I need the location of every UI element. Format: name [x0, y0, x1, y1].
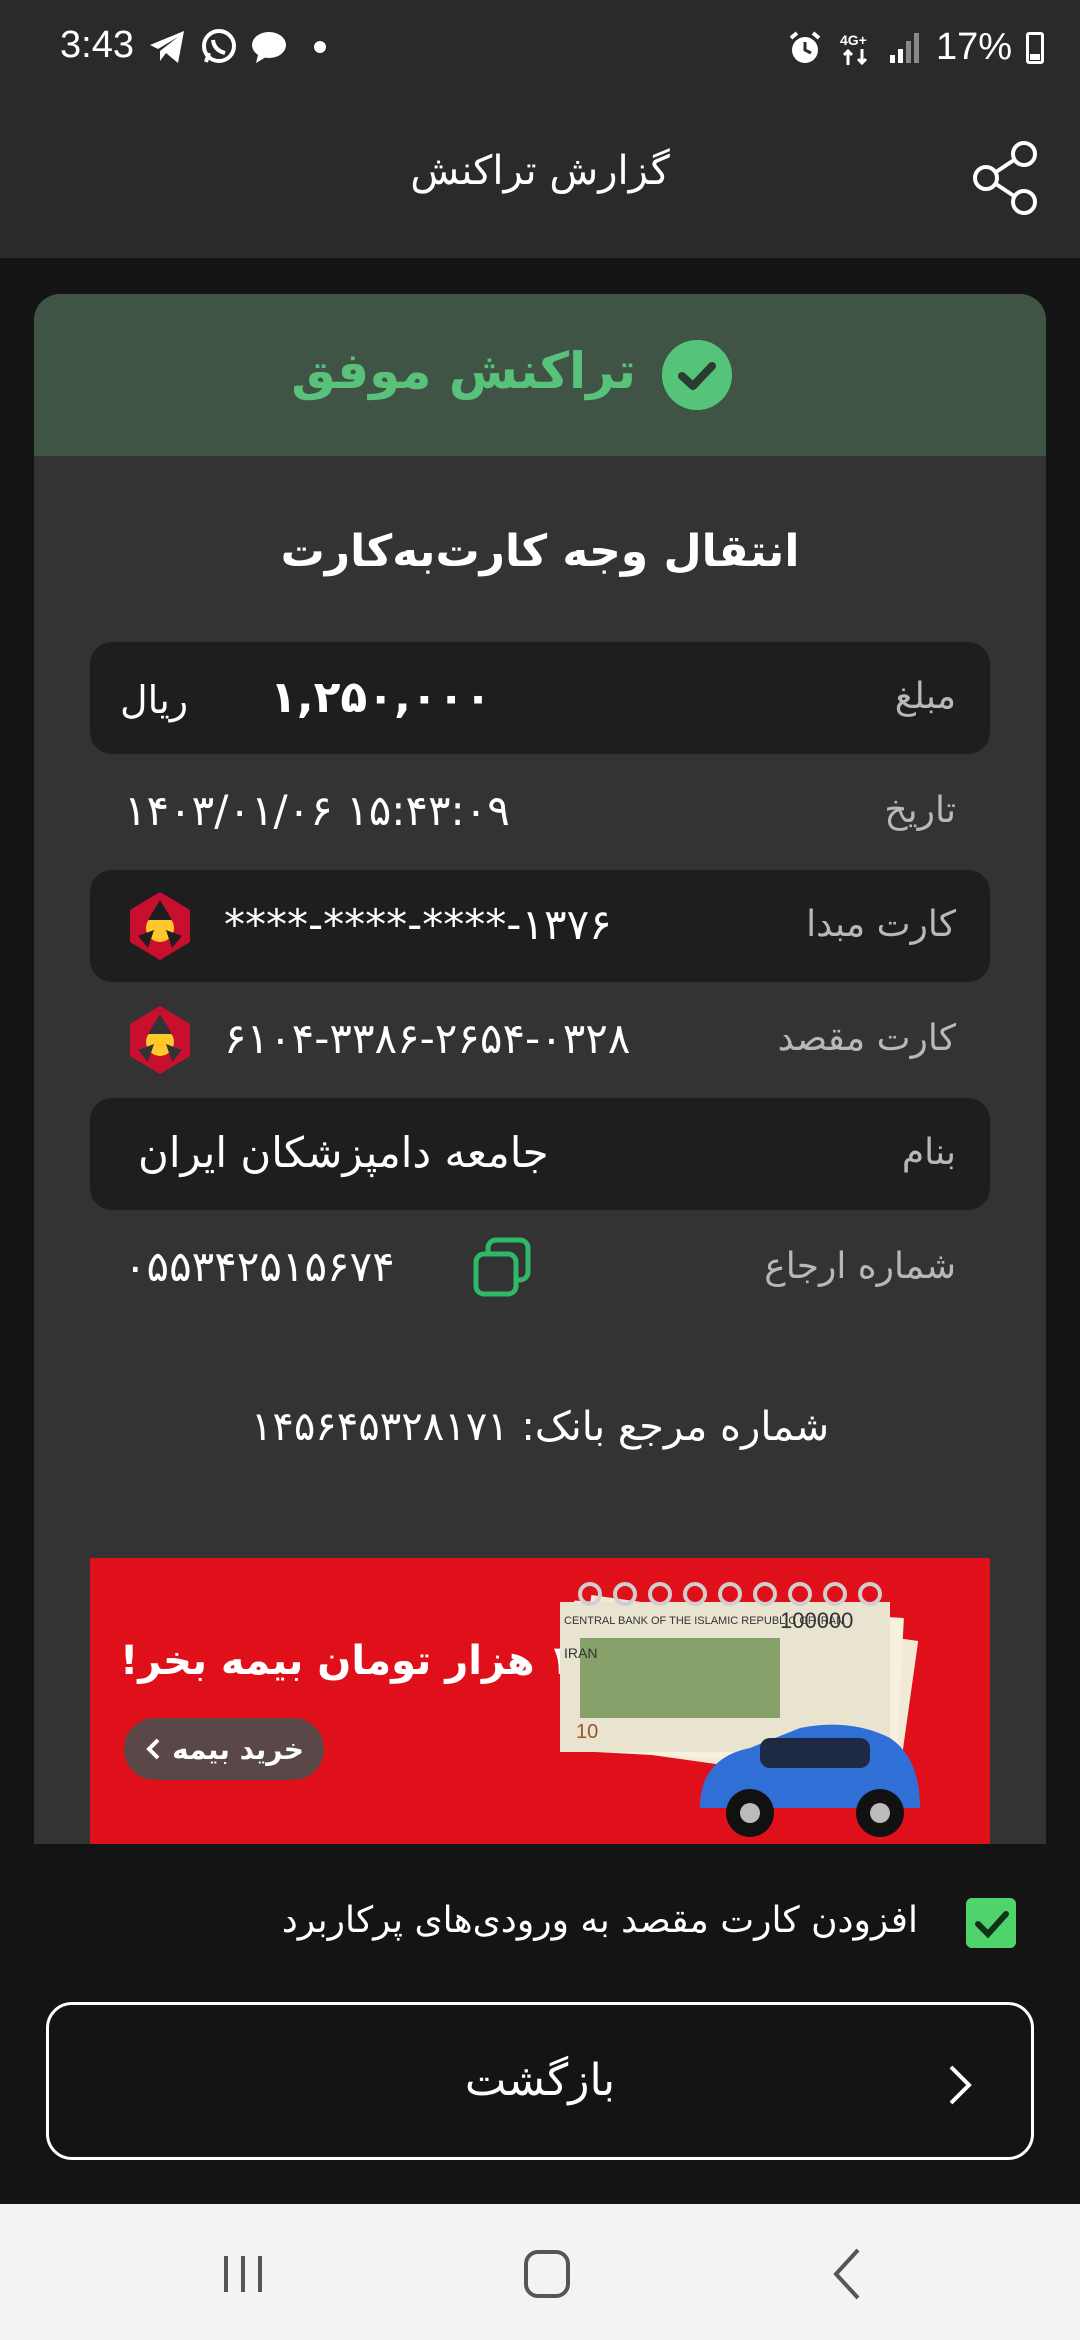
svg-text:IRAN: IRAN: [564, 1645, 597, 1661]
transaction-type: انتقال وجه کارت‌به‌کارت: [280, 526, 800, 577]
bottom-actions: افزودن کارت مقصد به ورودی‌های پرکاربرد ب…: [0, 1844, 1080, 2204]
ad-button-label: خرید بیمه: [172, 1732, 304, 1766]
amount-label: مبلغ: [894, 676, 956, 717]
reference-row: شماره ارجاع ۰۵۵۳۴۲۵۱۵۶۷۴: [90, 1212, 990, 1324]
success-banner: تراکنش موفق: [34, 294, 1046, 456]
status-time: 3:43: [60, 24, 134, 66]
status-text: تراکنش موفق: [291, 342, 636, 400]
receipt-card: تراکنش موفق انتقال وجه کارت‌به‌کارت مبلغ…: [34, 294, 1046, 1844]
home-icon[interactable]: [512, 2244, 582, 2304]
bank-logo-icon: [130, 1006, 190, 1074]
insurance-ad-banner[interactable]: با روزی ۱۰ هزار تومان بیمه بخر! خرید بیم…: [90, 1558, 990, 1844]
chat-bubble-icon: [252, 32, 286, 63]
recipient-name: جامعه دامپزشکان ایران: [138, 1128, 549, 1177]
source-card-label: کارت مبدا: [806, 904, 956, 945]
back-nav-icon[interactable]: [814, 2244, 884, 2304]
calendar-car-illustration: CENTRAL BANK OF THE ISLAMIC REPUBLIC OF …: [560, 1582, 920, 1837]
dot-icon: [314, 41, 326, 53]
battery-icon: [1026, 31, 1044, 64]
back-button[interactable]: بازگشت: [46, 2002, 1034, 2160]
system-icons: 4G+ 17%: [786, 26, 1044, 69]
bank-logo-icon: [130, 892, 190, 960]
app-header: گزارش تراکنش: [0, 100, 1080, 258]
date-value: ۱۵:۴۳:۰۹ ۱۴۰۳/۰۱/۰۶: [124, 786, 510, 835]
date-label: تاریخ: [884, 790, 956, 831]
dest-card-number: ۶۱۰۴-۳۳۸۶-۲۶۵۴-۰۳۲۸: [224, 1014, 631, 1063]
amount-unit: ریال: [120, 678, 189, 722]
telegram-icon: [150, 31, 184, 63]
reference-number: ۰۵۵۳۴۲۵۱۵۶۷۴: [124, 1242, 395, 1291]
svg-text:4G+: 4G+: [840, 32, 867, 48]
reference-label: شماره ارجاع: [764, 1246, 956, 1287]
add-favorite-checkbox[interactable]: [966, 1898, 1016, 1948]
chevron-right-icon: [949, 2065, 972, 2105]
bank-reference: شماره مرجع بانک: ۱۴۵۶۴۵۳۲۸۱۷۱: [250, 1404, 830, 1450]
svg-text:10: 10: [576, 1721, 598, 1743]
dest-card-label: کارت مقصد: [777, 1018, 956, 1059]
back-button-label: بازگشت: [464, 2055, 616, 2106]
source-card-number: ****-****-****-۱۳۷۶: [224, 900, 612, 949]
buy-insurance-button[interactable]: خرید بیمه: [124, 1718, 324, 1780]
name-label: بنام: [901, 1132, 956, 1173]
amount-row: مبلغ ۱,۲۵۰,۰۰۰ ریال: [90, 642, 990, 754]
notification-icons: [148, 28, 330, 66]
recent-apps-icon[interactable]: [208, 2244, 278, 2304]
transaction-report-screen: 3:43 4G+ 17% گزارش تراکنش تراکنش موفق ان…: [0, 0, 1080, 2340]
dest-card-row: کارت مقصد ۶۱۰۴-۳۳۸۶-۲۶۵۴-۰۳۲۸: [90, 984, 990, 1096]
system-nav-bar: [0, 2204, 1080, 2340]
page-title: گزارش تراکنش: [410, 148, 670, 194]
name-row: بنام جامعه دامپزشکان ایران: [90, 1098, 990, 1210]
chevron-left-icon: [146, 1738, 160, 1760]
source-card-row: کارت مبدا ****-****-****-۱۳۷۶: [90, 870, 990, 982]
status-bar: 3:43 4G+ 17%: [0, 0, 1080, 100]
check-circle-icon: [662, 340, 732, 410]
copy-icon[interactable]: [470, 1236, 534, 1300]
amount-value: ۱,۲۵۰,۰۰۰: [270, 672, 492, 723]
signal-icon: [889, 32, 919, 63]
date-row: تاریخ ۱۵:۴۳:۰۹ ۱۴۰۳/۰۱/۰۶: [90, 756, 990, 868]
network-4g-icon: 4G+: [840, 32, 867, 65]
alarm-icon: [789, 30, 821, 63]
add-favorite-label: افزودن کارت مقصد به ورودی‌های پرکاربرد: [281, 1900, 918, 1941]
share-icon[interactable]: [966, 138, 1046, 218]
svg-text:100000: 100000: [780, 1608, 853, 1633]
battery-percent: 17%: [935, 26, 1012, 68]
whatsapp-icon: [202, 29, 236, 63]
